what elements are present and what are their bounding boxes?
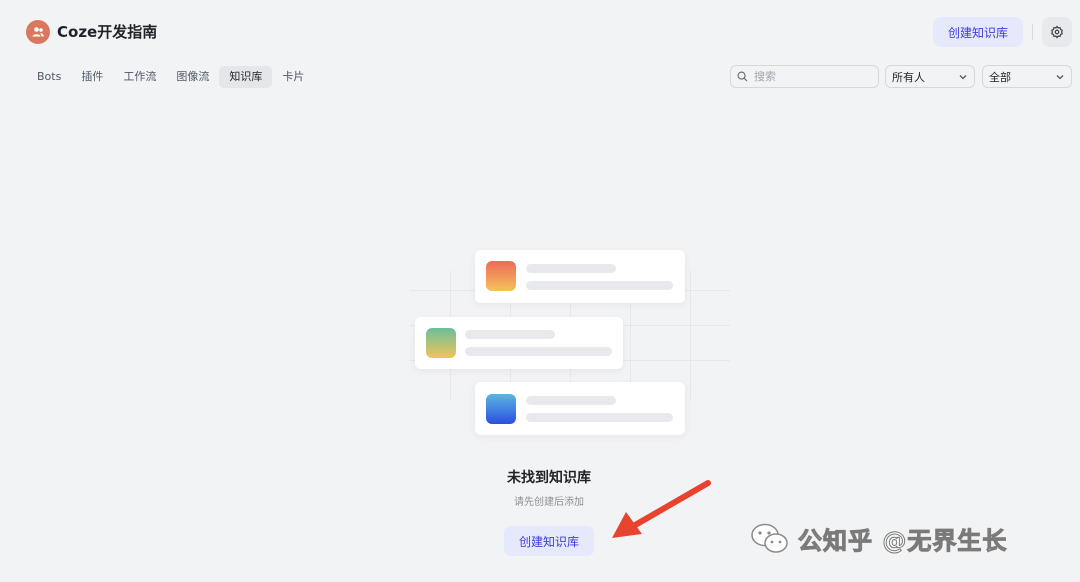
tab-plugins[interactable]: 插件 xyxy=(71,66,113,88)
search-input[interactable] xyxy=(752,69,872,84)
type-filter-select[interactable]: 全部 xyxy=(982,65,1072,88)
create-knowledge-base-button[interactable]: 创建知识库 xyxy=(933,17,1023,47)
watermark: 公知乎 @无界生长 xyxy=(750,520,1007,556)
create-knowledge-base-empty-button[interactable]: 创建知识库 xyxy=(504,526,594,556)
owner-filter-value: 所有人 xyxy=(892,70,925,84)
empty-state-title: 未找到知识库 xyxy=(507,470,591,486)
workspace-avatar-icon[interactable] xyxy=(26,20,50,44)
tab-knowledge[interactable]: 知识库 xyxy=(219,66,273,88)
placeholder-card-icon xyxy=(426,328,456,358)
type-filter-value: 全部 xyxy=(989,70,1011,84)
placeholder-card xyxy=(475,382,685,435)
tab-workflows[interactable]: 工作流 xyxy=(113,66,166,88)
empty-state-description: 请先创建后添加 xyxy=(514,497,584,508)
owner-filter-select[interactable]: 所有人 xyxy=(885,65,975,88)
chevron-down-icon xyxy=(1056,74,1064,79)
tab-bots[interactable]: Bots xyxy=(27,66,71,88)
category-tabs: Bots 插件 工作流 图像流 知识库 卡片 xyxy=(27,66,314,88)
tab-imageflows[interactable]: 图像流 xyxy=(166,66,219,88)
tab-cards[interactable]: 卡片 xyxy=(272,66,314,88)
header-divider xyxy=(1032,24,1033,40)
workspace-title[interactable]: Coze开发指南 xyxy=(57,22,157,42)
placeholder-card-icon xyxy=(486,261,516,291)
top-bar: Coze开发指南 创建知识库 xyxy=(0,0,1080,60)
empty-state-illustration xyxy=(360,230,740,450)
settings-button[interactable] xyxy=(1042,17,1072,47)
gear-icon xyxy=(1051,25,1063,39)
placeholder-card xyxy=(415,317,623,369)
placeholder-card xyxy=(475,250,685,303)
chevron-down-icon xyxy=(959,74,967,79)
placeholder-card-icon xyxy=(486,394,516,424)
annotation-arrow-icon xyxy=(612,480,711,538)
search-icon xyxy=(737,71,748,82)
search-field[interactable] xyxy=(730,65,879,88)
wechat-logo-icon xyxy=(751,523,788,553)
watermark-text: 公知乎 @无界生长 xyxy=(797,526,1008,555)
